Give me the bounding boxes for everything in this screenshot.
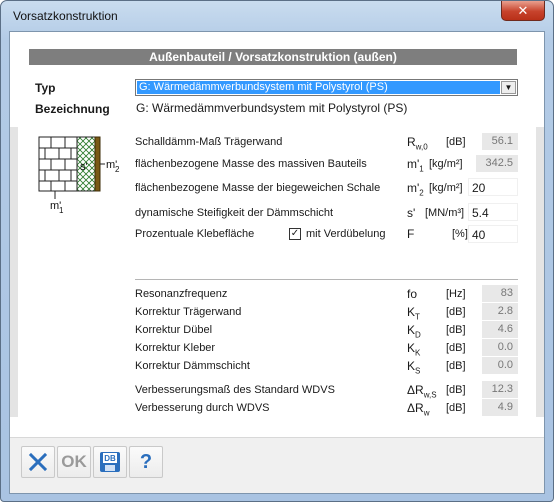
input-label: flächenbezogene Masse des massiven Baute…: [135, 158, 367, 170]
left-rail: [10, 127, 18, 417]
input-value-readonly: 342.5: [476, 155, 518, 172]
result-label: Verbesserung durch WDVS: [135, 402, 270, 414]
result-unit: [Hz]: [446, 288, 466, 300]
result-value: 4.9: [482, 399, 518, 416]
result-unit: [dB]: [446, 402, 466, 414]
input-label: flächenbezogene Masse der biegeweichen S…: [135, 182, 381, 194]
dowel-checkbox[interactable]: ✓: [289, 228, 301, 240]
title-bar[interactable]: Vorsatzkonstruktion ✕: [1, 1, 553, 31]
adhesive-area-input[interactable]: 40: [468, 225, 518, 243]
input-unit: [dB]: [446, 136, 466, 148]
result-label: Korrektur Dämmschicht: [135, 360, 250, 372]
input-label: dynamische Steifigkeit der Dämmschicht: [135, 207, 334, 219]
dowel-checkbox-label[interactable]: mit Verdübelung: [306, 228, 386, 240]
window-title: Vorsatzkonstruktion: [13, 9, 118, 23]
result-unit: [dB]: [446, 342, 466, 354]
input-label: Prozentuale Klebefläche: [135, 228, 255, 240]
result-value: 83: [482, 285, 518, 302]
input-symbol: m'2: [407, 181, 424, 198]
result-symbol: ΔRw,S: [407, 383, 437, 400]
result-value: 0.0: [482, 339, 518, 356]
input-unit: [kg/m²]: [429, 158, 463, 170]
input-label: Schalldämm-Maß Trägerwand: [135, 136, 283, 148]
result-unit: [dB]: [446, 360, 466, 372]
ok-button-label: OK: [61, 452, 87, 471]
type-dropdown[interactable]: G: Wärmedämmverbundsystem mit Polystyrol…: [135, 79, 518, 96]
result-value: 12.3: [482, 381, 518, 398]
button-bar: OK DB ?: [10, 437, 544, 493]
result-symbol: KT: [407, 305, 420, 322]
dialog-content: Außenbauteil / Vorsatzkonstruktion (auße…: [9, 31, 545, 494]
result-unit: [dB]: [446, 384, 466, 396]
chevron-down-icon[interactable]: ▼: [501, 81, 516, 94]
result-unit: [dB]: [446, 324, 466, 336]
result-symbol: KS: [407, 359, 421, 376]
database-icon: DB: [100, 452, 120, 472]
divider: [135, 279, 518, 281]
mass-shell-input[interactable]: 20: [468, 178, 518, 196]
right-rail: [536, 127, 544, 417]
diagram-s-label: s': [80, 161, 88, 173]
result-symbol: ΔRw: [407, 401, 430, 418]
wall-construction-diagram: s' m' 2 m' 1: [35, 135, 125, 220]
type-label: Typ: [35, 81, 56, 95]
close-icon: [28, 452, 48, 472]
help-button[interactable]: ?: [129, 446, 163, 478]
designation-field[interactable]: G: Wärmedämmverbundsystem mit Polystyrol…: [135, 100, 518, 117]
result-label: Korrektur Kleber: [135, 342, 216, 354]
result-unit: [dB]: [446, 306, 466, 318]
diagram-m1-subscript: 1: [59, 206, 64, 215]
input-symbol: F: [407, 227, 415, 241]
input-unit: [%]: [452, 228, 468, 240]
result-label: Korrektur Trägerwand: [135, 306, 242, 318]
ok-button[interactable]: OK: [57, 446, 91, 478]
type-dropdown-value: G: Wärmedämmverbundsystem mit Polystyrol…: [137, 81, 500, 94]
section-header: Außenbauteil / Vorsatzkonstruktion (auße…: [29, 49, 517, 65]
result-value: 2.8: [482, 303, 518, 320]
result-label: Resonanzfrequenz: [135, 288, 228, 300]
result-label: Verbesserungsmaß des Standard WDVS: [135, 384, 335, 396]
input-value-readonly: 56.1: [482, 133, 518, 150]
input-symbol: s': [407, 206, 416, 220]
diagram-m2-subscript: 2: [115, 165, 120, 174]
result-value: 4.6: [482, 321, 518, 338]
cancel-button[interactable]: [21, 446, 55, 478]
close-button[interactable]: ✕: [501, 1, 545, 21]
result-value: 0.0: [482, 357, 518, 374]
input-symbol: Rw,0: [407, 135, 428, 152]
database-icon-label: DB: [104, 454, 116, 463]
result-symbol: KD: [407, 323, 421, 340]
database-button[interactable]: DB: [93, 446, 127, 478]
dialog-window: Vorsatzkonstruktion ✕ Außenbauteil / Vor…: [0, 0, 554, 502]
result-symbol: KK: [407, 341, 421, 358]
stiffness-input[interactable]: 5.4: [468, 203, 518, 221]
input-unit: [MN/m³]: [425, 207, 465, 219]
help-button-label: ?: [139, 450, 153, 473]
render-layer: [94, 136, 101, 192]
masonry-wall: [38, 136, 78, 192]
result-symbol: fo: [407, 287, 418, 301]
input-unit: [kg/m²]: [429, 182, 463, 194]
designation-label: Bezeichnung: [35, 102, 110, 116]
input-symbol: m'1: [407, 157, 424, 174]
result-label: Korrektur Dübel: [135, 324, 213, 336]
